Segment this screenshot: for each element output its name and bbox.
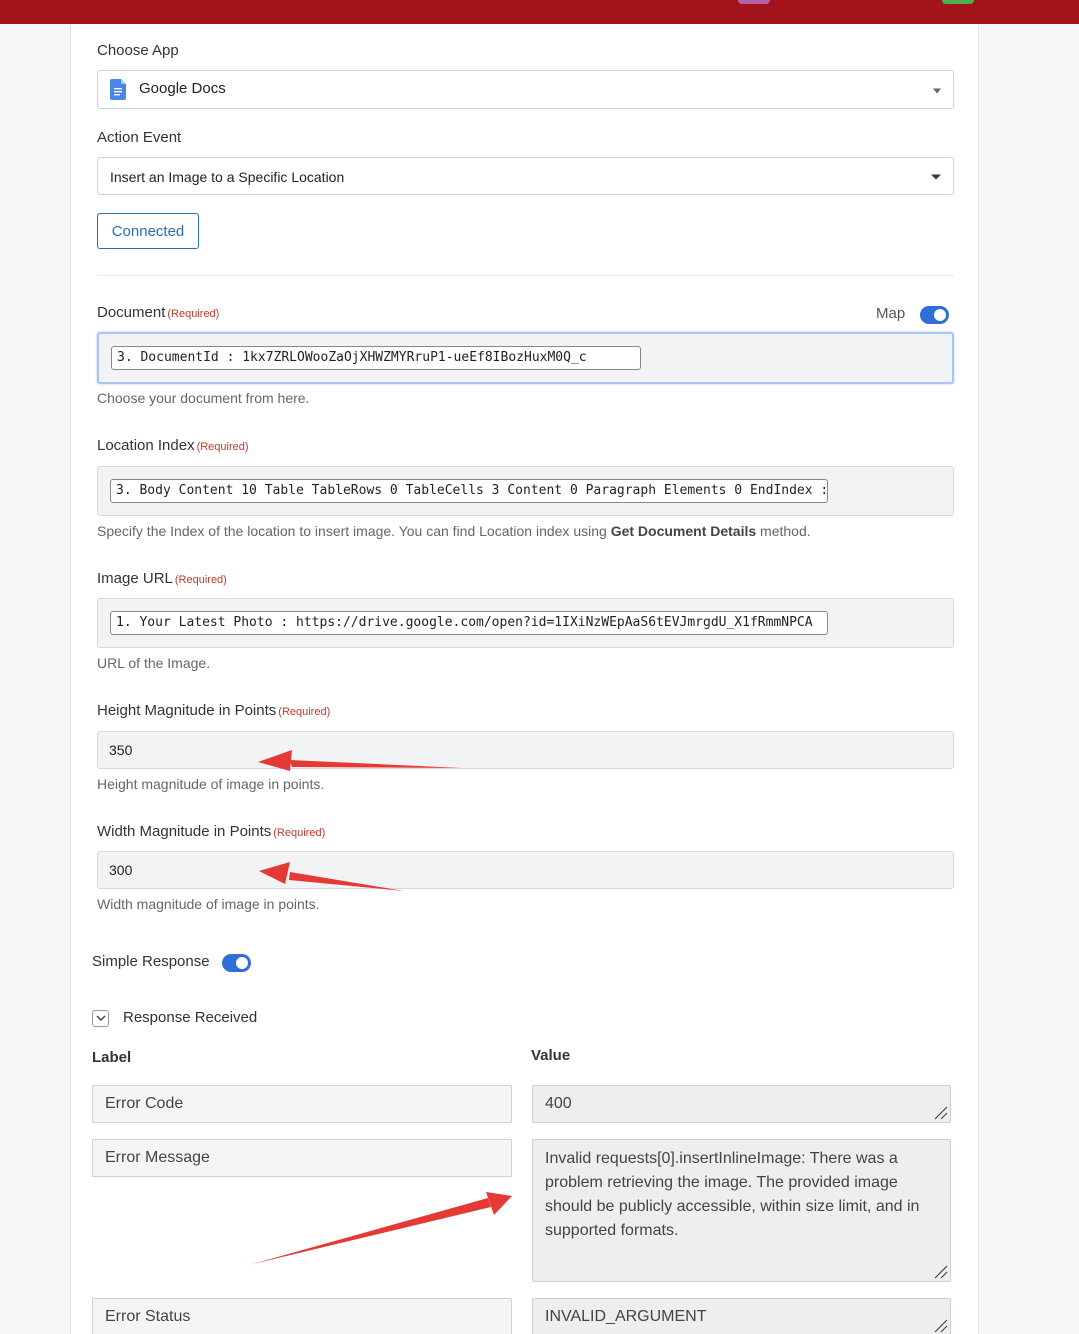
response-value-field[interactable]: INVALID_ARGUMENT [532,1298,951,1334]
width-help: Width magnitude of image in points. [97,896,320,912]
action-event-select[interactable]: Insert an Image to a Specific Location [97,157,954,195]
choose-app-label: Choose App [97,42,179,59]
document-help: Choose your document from here. [97,390,310,406]
location-index-label-row: Location Index (Required) [97,437,249,455]
error-message-value: Invalid requests[0].insertInlineImage: T… [545,1150,920,1239]
required-tag: (Required) [174,574,227,586]
required-tag: (Required) [196,441,249,453]
height-label: Height Magnitude in Points [97,702,277,719]
resize-handle-icon[interactable] [932,1104,948,1120]
chevron-down-icon [96,1015,106,1021]
response-value-field[interactable]: 400 [532,1085,951,1123]
caret-down-icon [931,174,941,180]
action-event-label: Action Event [97,129,182,146]
width-label-row: Width Magnitude in Points (Required) [97,823,325,841]
error-code-value: 400 [545,1095,572,1112]
header-badge-green[interactable] [942,0,974,4]
connected-button[interactable]: Connected [97,213,199,249]
width-label: Width Magnitude in Points [97,823,272,840]
image-url-label: Image URL [97,570,173,587]
action-event-value: Insert an Image to a Specific Location [110,169,345,185]
error-status-value: INVALID_ARGUMENT [545,1308,707,1325]
map-toggle[interactable] [920,306,949,324]
document-mapped-field[interactable]: 3. DocumentId : 1kx7ZRLOWooZaOjXHWZMYRru… [97,332,954,384]
document-label: Document [97,304,166,321]
resize-handle-icon[interactable] [932,1317,948,1333]
top-header-bar [0,0,1079,24]
resize-handle-icon[interactable] [932,1263,948,1279]
required-tag: (Required) [167,308,220,320]
location-index-help: Specify the Index of the location to ins… [97,523,811,539]
height-help: Height magnitude of image in points. [97,776,325,792]
action-config-card: Choose App Google Docs Action Event Inse… [70,24,979,1334]
response-label-field[interactable]: Error Status [92,1298,512,1334]
google-docs-icon [110,79,126,105]
response-received-collapse[interactable] [92,1010,109,1027]
simple-response-toggle[interactable] [222,954,251,972]
required-tag: (Required) [278,706,331,718]
height-input[interactable]: 350 [97,731,954,769]
image-url-mapped-pill[interactable]: 1. Your Latest Photo : https://drive.goo… [110,611,828,635]
label-column-header: Label [92,1049,132,1066]
header-badge-purple[interactable] [738,0,770,4]
response-label-field[interactable]: Error Code [92,1085,512,1123]
location-index-help-suffix: method. [756,523,811,539]
location-index-mapped-pill[interactable]: 3. Body Content 10 Table TableRows 0 Tab… [110,479,828,503]
image-url-label-row: Image URL (Required) [97,570,227,588]
response-label-field[interactable]: Error Message [92,1139,512,1177]
simple-response-label: Simple Response [92,953,210,970]
map-label: Map [876,305,906,322]
section-divider [97,275,954,276]
response-value-field[interactable]: Invalid requests[0].insertInlineImage: T… [532,1139,951,1282]
choose-app-value: Google Docs [139,80,226,97]
height-label-row: Height Magnitude in Points (Required) [97,702,330,720]
value-column-header: Value [531,1047,571,1064]
image-url-help: URL of the Image. [97,655,211,671]
choose-app-select[interactable]: Google Docs [97,70,954,109]
document-label-row: Document (Required) [97,304,219,322]
location-index-mapped-field[interactable]: 3. Body Content 10 Table TableRows 0 Tab… [97,466,954,516]
width-input[interactable]: 300 [97,851,954,889]
required-tag: (Required) [273,827,326,839]
document-mapped-pill[interactable]: 3. DocumentId : 1kx7ZRLOWooZaOjXHWZMYRru… [111,346,641,370]
get-document-details-text: Get Document Details [610,523,757,539]
image-url-mapped-field[interactable]: 1. Your Latest Photo : https://drive.goo… [97,598,954,648]
caret-down-icon [933,88,941,93]
location-index-help-text: Specify the Index of the location to ins… [97,523,611,539]
location-index-label: Location Index [97,437,195,454]
response-received-label: Response Received [123,1009,258,1026]
